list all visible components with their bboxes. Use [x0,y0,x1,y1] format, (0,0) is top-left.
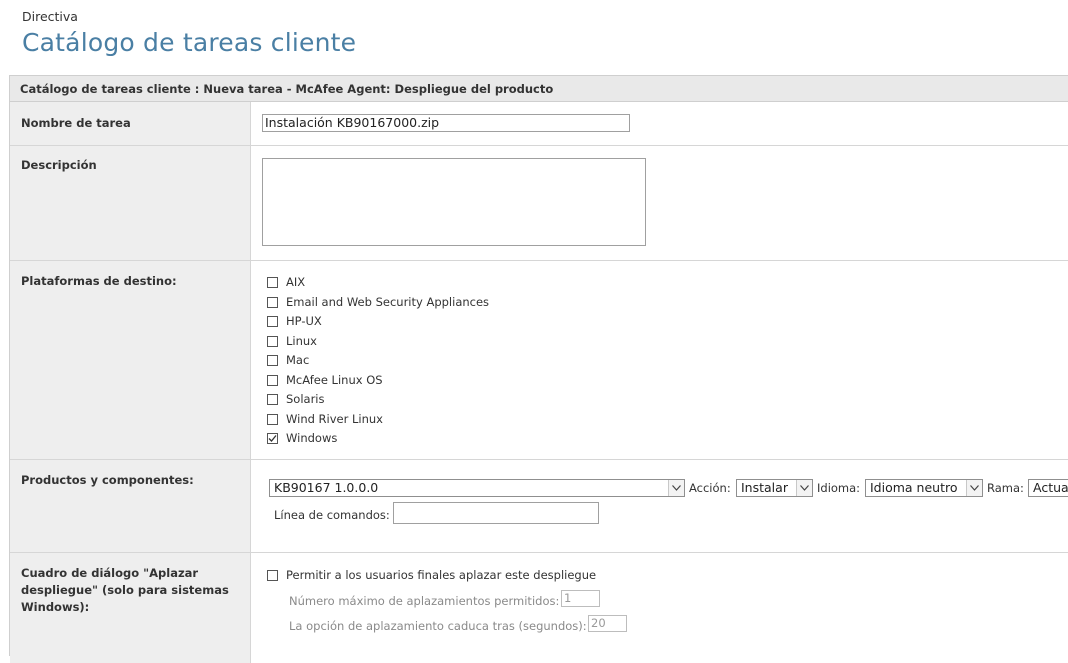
action-label: Acción: [689,481,731,495]
task-form-panel: Catálogo de tareas cliente : Nueva tarea… [9,75,1068,663]
branch-select-value: Actual [1033,480,1068,495]
task-name-row: Nombre de tarea Instalación KB90167000.z… [10,102,1068,146]
platform-label: Windows [286,431,338,445]
platform-item-solaris[interactable]: Solaris [267,391,325,407]
checkbox[interactable] [267,335,278,347]
chevron-down-icon[interactable] [668,480,684,496]
platform-item-mcafee-linux[interactable]: McAfee Linux OS [267,372,383,388]
postpone-label: Cuadro de diálogo "Aplazar despliegue" (… [21,566,229,614]
description-label: Descripción [21,158,97,172]
checkbox[interactable] [267,296,278,308]
products-row: Productos y componentes: KB90167 1.0.0.0… [10,460,1068,553]
checkbox[interactable] [267,432,278,444]
max-postpone-label: Número máximo de aplazamientos permitido… [289,594,560,608]
checkbox[interactable] [267,276,278,288]
action-select-value: Instalar [741,480,788,495]
product-select[interactable]: KB90167 1.0.0.0 [269,479,685,497]
postpone-expire-input[interactable]: 20 [588,615,627,632]
chevron-down-icon[interactable] [796,480,812,496]
description-textarea[interactable] [262,158,646,246]
platform-item-aix[interactable]: AIX [267,274,305,290]
platform-label: McAfee Linux OS [286,373,383,387]
platform-label: HP-UX [286,314,322,328]
checkbox[interactable] [267,413,278,425]
platform-item-windows[interactable]: Windows [267,430,337,446]
language-label: Idioma: [817,481,861,495]
task-name-label: Nombre de tarea [21,116,131,130]
branch-label: Rama: [987,481,1024,495]
platform-list: AIX Email and Web Security Appliances HP… [251,261,1068,459]
platform-label: Solaris [286,392,325,406]
checkbox[interactable] [267,569,278,581]
breadcrumb: Directiva [22,9,78,24]
branch-select[interactable]: Actual [1028,479,1068,497]
chevron-down-icon[interactable] [966,480,982,496]
platform-label: Mac [286,353,310,367]
action-select[interactable]: Instalar [736,479,813,497]
panel-header: Catálogo de tareas cliente : Nueva tarea… [10,76,1068,102]
page-title: Catálogo de tareas cliente [22,28,357,57]
allow-postpone-label: Permitir a los usuarios finales aplazar … [286,568,597,582]
description-row: Descripción [10,146,1068,261]
platform-item-mac[interactable]: Mac [267,352,309,368]
allow-postpone-option[interactable]: Permitir a los usuarios finales aplazar … [267,567,596,583]
platform-label: AIX [286,275,306,289]
checkmark-icon [268,434,277,442]
platform-item-hpux[interactable]: HP-UX [267,313,322,329]
platforms-label: Plataformas de destino: [21,274,177,288]
command-line-label: Línea de comandos: [274,508,390,522]
language-select[interactable]: Idioma neutro [865,479,983,497]
products-label: Productos y componentes: [21,473,194,487]
platform-item-linux[interactable]: Linux [267,333,317,349]
platform-item-email-web[interactable]: Email and Web Security Appliances [267,294,489,310]
checkbox[interactable] [267,393,278,405]
checkbox[interactable] [267,315,278,327]
platform-label: Email and Web Security Appliances [286,295,490,309]
task-name-input[interactable]: Instalación KB90167000.zip [262,114,630,132]
checkbox[interactable] [267,354,278,366]
platform-label: Wind River Linux [286,412,383,426]
max-postpone-input[interactable]: 1 [561,590,600,607]
platform-item-wind-river[interactable]: Wind River Linux [267,411,383,427]
language-select-value: Idioma neutro [870,480,958,495]
postpone-expire-label: La opción de aplazamiento caduca tras (s… [289,619,587,633]
platform-label: Linux [286,334,317,348]
postpone-row: Cuadro de diálogo "Aplazar despliegue" (… [10,553,1068,663]
command-line-input[interactable] [393,502,599,524]
checkbox[interactable] [267,374,278,386]
platforms-row: Plataformas de destino: AIX Email and We… [10,261,1068,460]
product-select-value: KB90167 1.0.0.0 [274,480,379,495]
